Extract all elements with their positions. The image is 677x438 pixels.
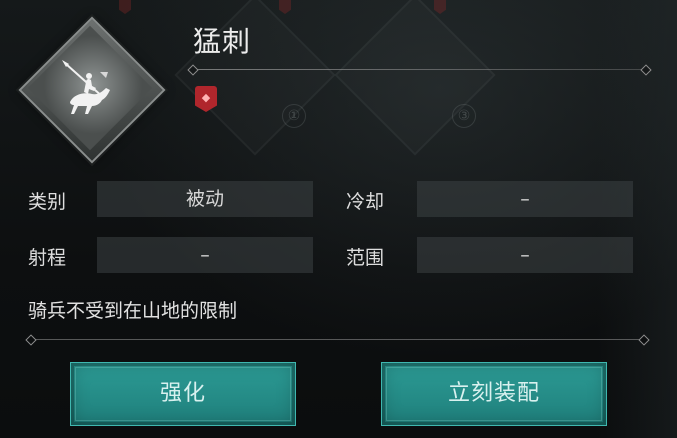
equip-now-button[interactable]: 立刻装配 <box>381 362 607 426</box>
upgrade-button[interactable]: 强化 <box>70 362 296 426</box>
category-label: 类别 <box>28 191 67 213</box>
category-value: 被动 <box>97 181 313 217</box>
equip-now-button-label: 立刻装配 <box>447 381 540 406</box>
upgrade-button-label: 强化 <box>159 381 206 406</box>
range-value: – <box>97 237 313 273</box>
background-slot-number: ① <box>282 104 306 128</box>
description-divider <box>30 339 644 340</box>
range-label: 射程 <box>28 247 67 269</box>
background-slot-frame <box>334 0 496 156</box>
background-slot-tab <box>279 0 291 14</box>
badge-gem-glyph: ◆ <box>201 91 211 104</box>
title-divider <box>192 69 646 70</box>
skill-detail-panel: ① ③ 猛刺 ◆ 类别 被动 冷却 – 射程 – 范围 – 骑兵不受到在山地的限… <box>0 0 677 438</box>
cooldown-label: 冷却 <box>346 191 385 213</box>
background-slot-number: ③ <box>452 104 476 128</box>
divider-end-ornament <box>25 334 37 346</box>
skill-description: 骑兵不受到在山地的限制 <box>28 300 238 322</box>
background-shade <box>597 0 677 438</box>
cooldown-value: – <box>417 181 633 217</box>
area-label: 范围 <box>346 247 385 269</box>
cavalry-lancer-icon <box>62 60 110 114</box>
background-slot-tab <box>434 0 446 14</box>
area-value: – <box>417 237 633 273</box>
background-slot-tab <box>119 0 131 14</box>
skill-title: 猛刺 <box>193 25 252 58</box>
